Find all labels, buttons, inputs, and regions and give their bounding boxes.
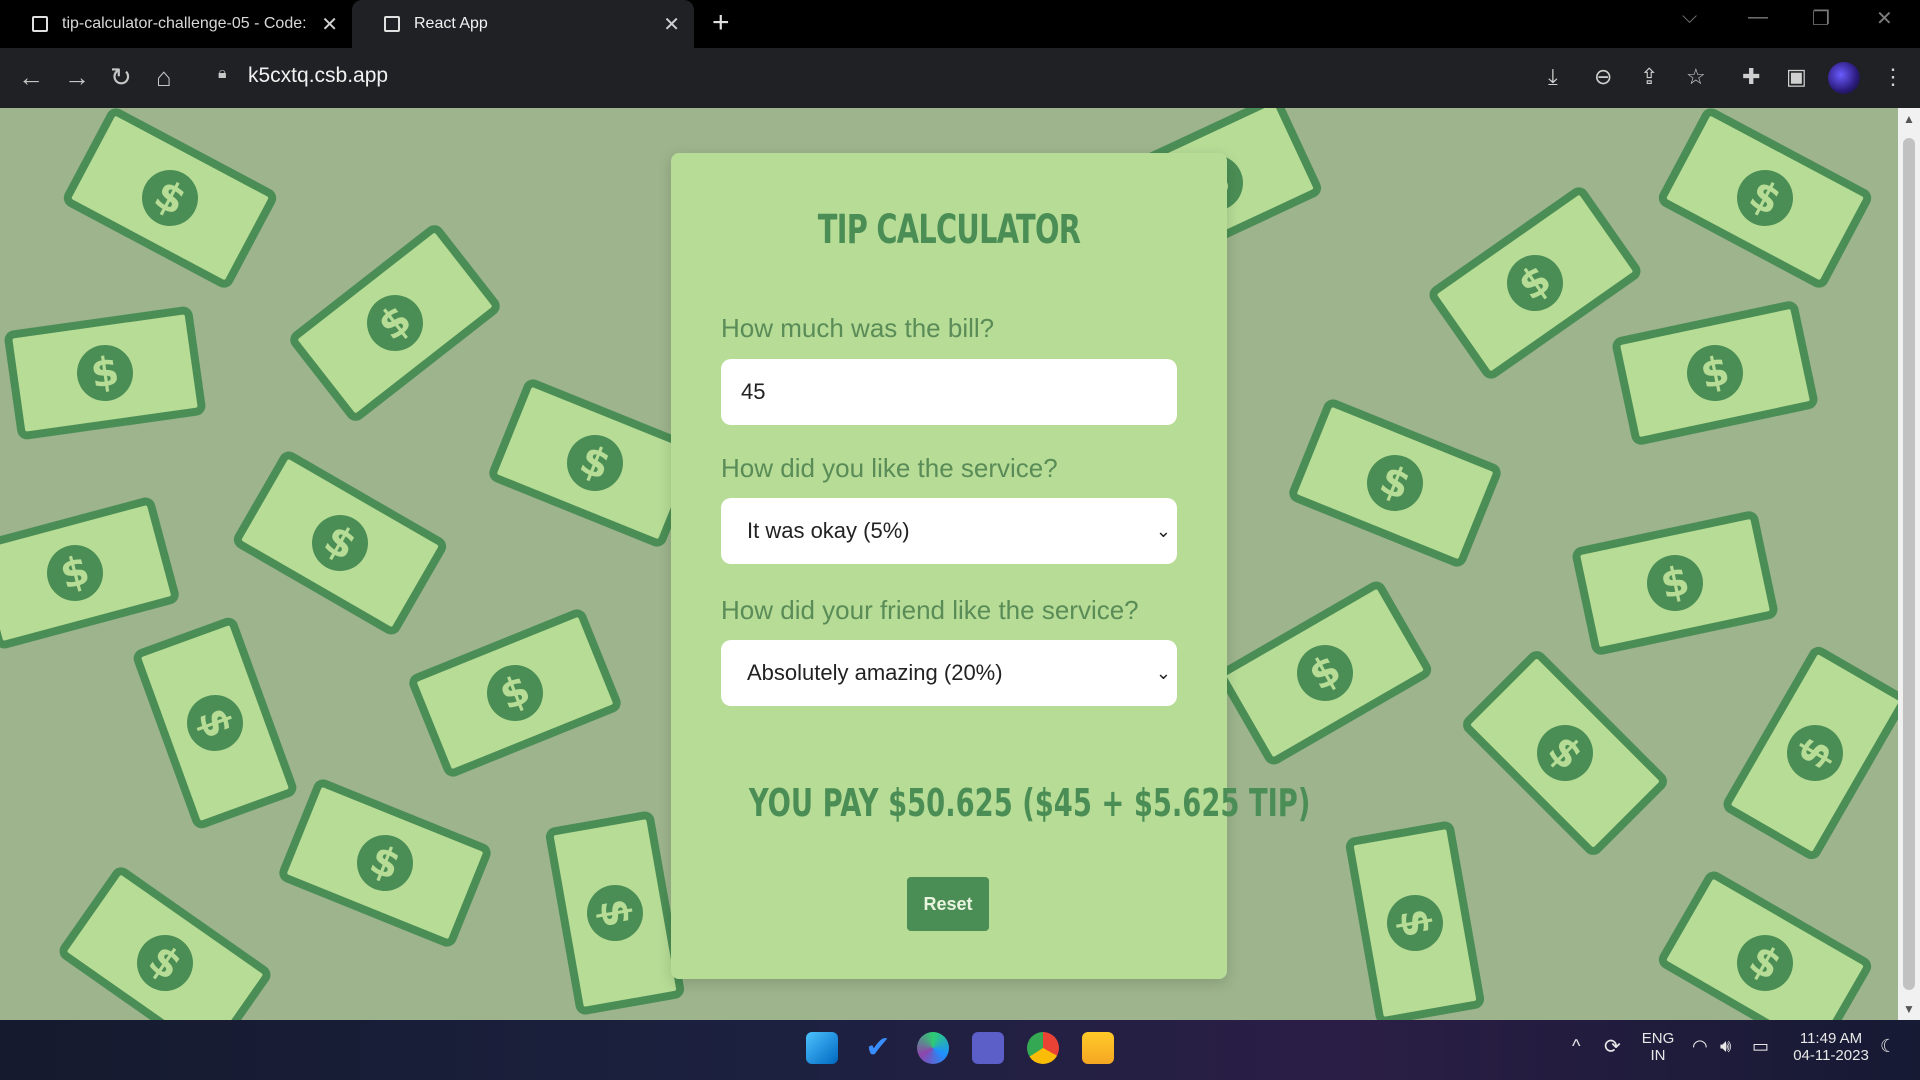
close-tab-icon[interactable]: ✕ <box>321 12 338 37</box>
bookmark-star-icon[interactable]: ☆ <box>1686 64 1706 90</box>
money-bill-decoration: $ <box>544 809 686 1017</box>
money-bill-decoration: $ <box>3 305 207 441</box>
time: 11:49 AM <box>1799 1030 1863 1047</box>
money-bill-decoration: $ <box>1719 643 1898 863</box>
money-bill-decoration: $ <box>1570 509 1780 657</box>
bill-input[interactable]: 45 <box>721 359 1177 425</box>
lock-icon[interactable]: 🔒︎ <box>218 65 227 83</box>
money-bill-decoration: $ <box>1344 819 1486 1020</box>
file-explorer-icon[interactable] <box>1082 1032 1114 1064</box>
money-bill-decoration: $ <box>1655 108 1875 292</box>
sync-icon[interactable]: ⟳ <box>1604 1034 1621 1059</box>
react-app-favicon-icon <box>384 16 400 32</box>
money-bill-decoration: $ <box>1610 299 1820 447</box>
close-window-icon[interactable]: ✕ <box>1876 6 1893 31</box>
date: 04-11-2023 <box>1793 1047 1869 1064</box>
menu-icon[interactable]: ⋮ <box>1882 64 1904 90</box>
chevron-down-icon: ⌄ <box>1155 663 1171 683</box>
friend-service-select[interactable]: Absolutely amazing (20%) ⌄ <box>721 640 1177 706</box>
money-bill-decoration: $ <box>1286 396 1504 570</box>
chevron-up-icon[interactable]: ^ <box>1572 1036 1580 1057</box>
share-icon[interactable]: ⇪ <box>1640 64 1658 90</box>
money-bill-decoration: $ <box>60 108 280 292</box>
zoom-icon[interactable]: ⊖ <box>1594 64 1612 90</box>
new-tab-icon[interactable]: + <box>712 6 730 40</box>
page-scrollbar[interactable]: ▲ ▼ <box>1898 108 1920 1020</box>
tab-title: tip-calculator-challenge-05 - Code: <box>62 15 307 32</box>
friend-service-selected-value: Absolutely amazing (20%) <box>747 660 1003 685</box>
edge-browser-icon[interactable] <box>917 1032 949 1064</box>
teams-icon[interactable] <box>972 1032 1004 1064</box>
install-icon[interactable]: ⤓ <box>1548 64 1558 90</box>
tip-calculator-card: TIP CALCULATOR How much was the bill? 45… <box>671 153 1311 979</box>
service-selected-value: It was okay (5%) <box>747 518 910 543</box>
language-code: ENG <box>1641 1030 1675 1047</box>
battery-icon[interactable]: ▭ <box>1752 1036 1769 1057</box>
bill-label: How much was the bill? <box>721 313 995 343</box>
chevron-down-icon: ⌄ <box>1155 521 1171 541</box>
close-tab-icon[interactable]: ✕ <box>663 12 680 37</box>
focus-assist-icon[interactable]: ☾ <box>1880 1036 1896 1057</box>
side-panel-icon[interactable]: ▣ <box>1786 64 1807 90</box>
money-bill-decoration: $ <box>1215 577 1435 769</box>
scroll-up-icon[interactable]: ▲ <box>1903 112 1915 126</box>
total-amount: YOU PAY $50.625 ($45 + $5.625 TIP) <box>748 781 1311 825</box>
money-bill-decoration: $ <box>286 221 504 425</box>
scroll-down-icon[interactable]: ▼ <box>1903 1002 1915 1016</box>
language-indicator[interactable]: ENG IN <box>1640 1030 1676 1064</box>
money-bill-decoration: $ <box>1458 646 1672 860</box>
page-title: TIP CALCULATOR <box>817 207 1081 253</box>
reset-button[interactable]: Reset <box>907 877 989 931</box>
money-bill-decoration: $ <box>276 776 494 950</box>
tab-title: React App <box>414 15 488 32</box>
extensions-icon[interactable]: ✚ <box>1742 64 1760 90</box>
money-bill-decoration: $ <box>55 863 275 1020</box>
scrollbar-thumb[interactable] <box>1903 138 1915 990</box>
address-bar[interactable]: k5cxtq.csb.app <box>248 64 388 88</box>
tab-search-icon[interactable]: ⌵ <box>1682 6 1697 29</box>
service-label: How did you like the service? <box>721 453 1058 483</box>
money-bill-decoration: $ <box>406 606 624 780</box>
friend-service-label: How did your friend like the service? <box>721 595 1139 625</box>
codesandbox-favicon-icon <box>32 16 48 32</box>
region-code: IN <box>1650 1047 1666 1064</box>
service-select[interactable]: It was okay (5%) ⌄ <box>721 498 1177 564</box>
home-icon[interactable]: ⌂ <box>156 62 172 93</box>
minimize-icon[interactable]: — <box>1748 6 1768 29</box>
forward-icon[interactable]: → <box>64 62 90 93</box>
tab-codesandbox[interactable]: tip-calculator-challenge-05 - Code: ✕ <box>0 0 352 48</box>
taskbar <box>0 1020 1920 1080</box>
volume-icon[interactable]: 🔊︎ <box>1720 1036 1731 1057</box>
restore-icon[interactable]: ❐ <box>1812 6 1830 31</box>
money-bill-decoration: $ <box>1655 867 1875 1020</box>
tab-react-app[interactable]: React App ✕ <box>352 0 694 48</box>
wifi-icon[interactable]: ◠ <box>1692 1036 1708 1057</box>
money-bill-decoration: $ <box>0 495 181 651</box>
profile-avatar[interactable] <box>1828 62 1860 94</box>
todo-app-icon[interactable]: ✔ <box>862 1032 894 1064</box>
money-bill-decoration: $ <box>1425 183 1645 383</box>
back-icon[interactable]: ← <box>18 62 44 93</box>
reload-icon[interactable]: ↻ <box>110 62 132 93</box>
money-bill-decoration: $ <box>130 614 300 832</box>
clock[interactable]: 11:49 AM 04-11-2023 <box>1788 1030 1874 1064</box>
windows-start-icon[interactable] <box>806 1032 838 1064</box>
chrome-icon[interactable] <box>1027 1032 1059 1064</box>
money-bill-decoration: $ <box>230 447 450 639</box>
